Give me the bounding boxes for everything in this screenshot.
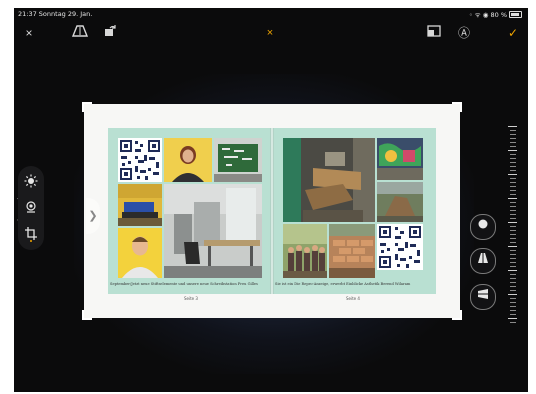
slider-tick	[510, 206, 516, 207]
outdoor-sculpture-photo	[377, 182, 423, 222]
slider-tick	[508, 198, 517, 199]
right-page-number: Seite 4	[346, 296, 360, 301]
slider-tick	[510, 182, 516, 183]
slider-tick	[510, 310, 516, 311]
cancel-button[interactable]: ×	[20, 24, 38, 42]
qr-code-image	[118, 138, 162, 182]
left-page-number: Seite 3	[184, 296, 198, 301]
edit-toolbar: × × Ⓐ ✓	[14, 20, 528, 48]
slider-tick	[510, 262, 516, 263]
slider-tick	[510, 154, 516, 155]
ipad-screen: 21:37 Sonntag 29. Jan. ◦ ᯤ ◉ 80 % × × Ⓐ …	[14, 8, 528, 392]
slider-tick	[510, 250, 516, 251]
slider-tick	[510, 190, 516, 191]
status-bar: 21:37 Sonntag 29. Jan. ◦ ᯤ ◉ 80 %	[14, 8, 528, 20]
slider-tick	[510, 226, 516, 227]
slider-tick	[510, 194, 516, 195]
bricks-photo	[329, 224, 375, 278]
slider-tick	[510, 166, 516, 167]
group-photo	[283, 224, 327, 278]
rotate-icon[interactable]	[100, 24, 120, 42]
slider-tick	[510, 210, 516, 211]
done-button[interactable]: ✓	[504, 24, 522, 42]
slider-tick	[508, 318, 517, 319]
slider-tick	[510, 138, 516, 139]
whiteboard-photo	[214, 138, 262, 182]
straighten-slider[interactable]	[508, 126, 520, 326]
photo-crop-area[interactable]: September/Jetzt neue Stiftselemente und …	[82, 102, 462, 320]
auto-button[interactable]: Ⓐ	[454, 24, 474, 42]
slider-tick	[508, 126, 517, 127]
workshop-photo	[283, 138, 375, 222]
slider-tick	[510, 238, 516, 239]
perspective-icon[interactable]	[70, 24, 90, 42]
slider-tick	[508, 246, 517, 247]
portrait-photo-woman	[164, 138, 212, 182]
slider-tick	[510, 230, 516, 231]
slider-tick	[510, 258, 516, 259]
slider-tick	[510, 242, 516, 243]
crop-rotate-icon[interactable]	[23, 226, 39, 242]
straighten-icon[interactable]	[470, 214, 496, 240]
yellow-room-photo	[118, 184, 162, 226]
slider-tick	[510, 274, 516, 275]
slider-tick	[510, 322, 516, 323]
slider-tick	[510, 254, 516, 255]
crop-handle-top-right[interactable]	[452, 102, 462, 112]
right-page-caption: Sie ist ein Die Repro-Anzeige, erwerbt E…	[275, 282, 411, 286]
slider-tick	[510, 218, 516, 219]
slider-tick	[510, 134, 516, 135]
slider-tick	[508, 270, 517, 271]
slider-tick	[510, 158, 516, 159]
photobook-left-page: September/Jetzt neue Stiftselemente und …	[108, 128, 271, 294]
slider-tick	[510, 186, 516, 187]
left-page-caption: September/Jetzt neue Stiftselemente und …	[110, 282, 258, 286]
slider-tick	[510, 146, 516, 147]
slider-tick	[510, 266, 516, 267]
crop-handle-bottom-left[interactable]	[82, 310, 92, 320]
office-room-photo	[164, 184, 262, 278]
slider-tick	[510, 214, 516, 215]
slider-tick	[510, 162, 516, 163]
slider-tick	[510, 278, 516, 279]
page-handle-chevron-icon[interactable]: ❯	[86, 198, 100, 234]
slider-tick	[508, 174, 517, 175]
crop-handle-top-left[interactable]	[82, 102, 92, 112]
status-icons: ◦ ᯤ ◉ 80 %	[469, 10, 522, 19]
aspect-ratio-icon[interactable]	[424, 24, 444, 42]
portrait-photo-man	[118, 228, 162, 278]
status-time-date: 21:37 Sonntag 29. Jan.	[18, 10, 93, 18]
slider-tick	[510, 282, 516, 283]
qr-code-image-2	[377, 224, 423, 270]
slider-tick	[510, 298, 516, 299]
slider-tick	[510, 142, 516, 143]
slider-tick	[508, 294, 517, 295]
horizontal-perspective-icon[interactable]	[470, 284, 496, 310]
slider-tick	[508, 150, 517, 151]
crop-handle-bottom-right[interactable]	[452, 310, 462, 320]
filter-icon[interactable]	[23, 200, 39, 216]
slider-tick	[510, 234, 516, 235]
reset-button[interactable]: ×	[261, 24, 279, 42]
slider-tick	[510, 302, 516, 303]
slider-tick	[510, 130, 516, 131]
slider-tick	[510, 290, 516, 291]
adjust-tools-palette	[18, 166, 44, 250]
slider-tick	[510, 170, 516, 171]
slider-tick	[510, 202, 516, 203]
slider-tick	[510, 306, 516, 307]
vertical-perspective-icon[interactable]	[470, 248, 496, 274]
slider-tick	[510, 314, 516, 315]
photobook-spread: September/Jetzt neue Stiftselemente und …	[108, 128, 436, 294]
slider-tick	[510, 286, 516, 287]
slider-tick	[510, 178, 516, 179]
battery-icon	[509, 11, 522, 18]
photobook-right-page: Sie ist ein Die Repro-Anzeige, erwerbt E…	[273, 128, 436, 294]
brightness-icon[interactable]	[23, 174, 39, 190]
graffiti-wall-photo	[377, 138, 423, 180]
slider-tick	[508, 222, 517, 223]
